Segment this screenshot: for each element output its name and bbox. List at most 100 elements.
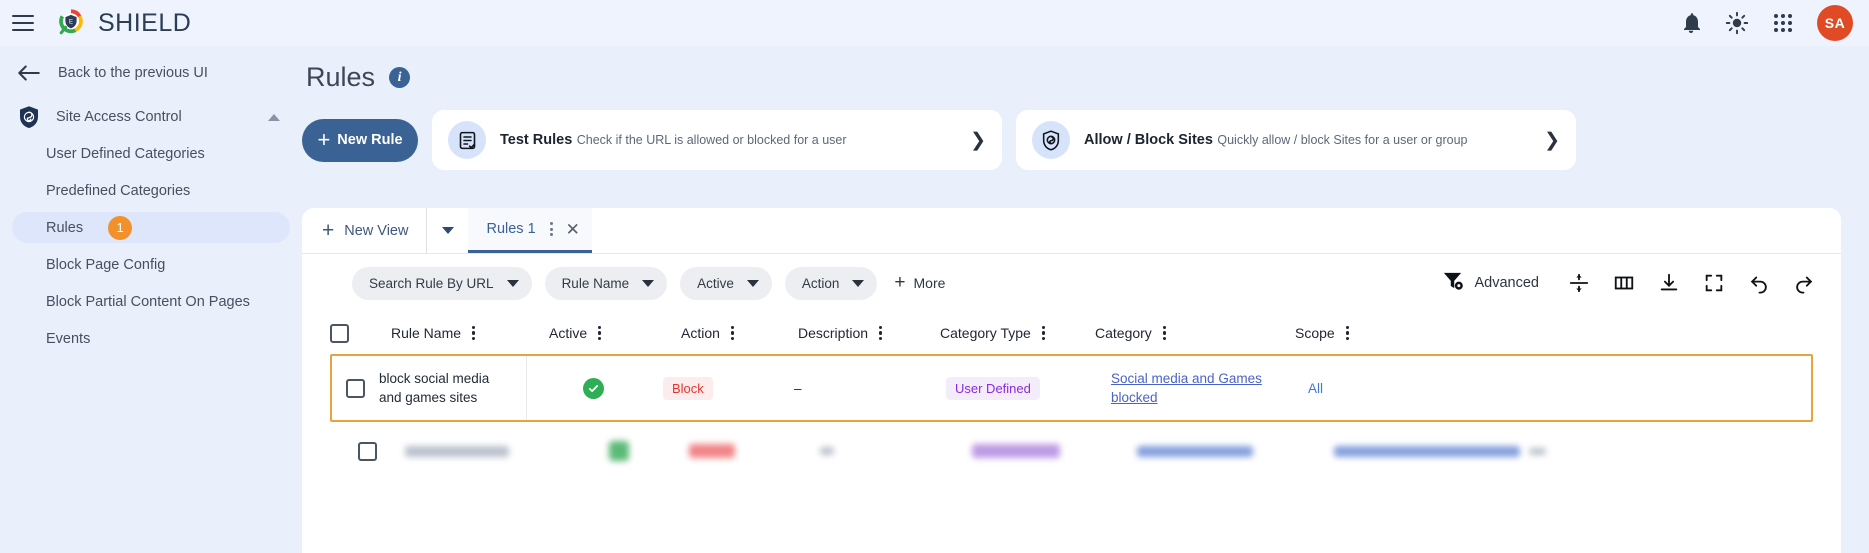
filter-chip-action[interactable]: Action	[784, 266, 878, 300]
filter-chip-rule-name[interactable]: Rule Name	[544, 266, 668, 300]
redacted-icon	[609, 441, 629, 461]
avatar[interactable]: SA	[1817, 5, 1853, 41]
plus-icon: +	[322, 218, 335, 242]
sidebar-item-predefined-categories[interactable]: Predefined Categories	[12, 175, 290, 206]
category-type-badge: User Defined	[946, 376, 1040, 400]
sidebar-item-badge: 1	[108, 215, 133, 240]
card-title: Test Rules	[500, 132, 573, 148]
undo-icon[interactable]	[1748, 272, 1770, 294]
redacted-text	[1529, 447, 1546, 455]
filter-chip-search-rule-by-url[interactable]: Search Rule By URL	[352, 266, 532, 300]
card-test-rules[interactable]: Test Rules Check if the URL is allowed o…	[432, 110, 1002, 170]
refresh-icon[interactable]	[1793, 272, 1815, 294]
column-label: Category	[1095, 325, 1152, 341]
sidebar-item-label: Predefined Categories	[46, 182, 191, 199]
card-title: Allow / Block Sites	[1084, 132, 1213, 148]
cell-active	[527, 377, 659, 399]
advanced-label: Advanced	[1474, 275, 1540, 291]
sidebar-section-site-access-control[interactable]: Site Access Control	[12, 102, 290, 132]
shield-icon	[1032, 121, 1070, 159]
column-header-category[interactable]: Category	[1095, 325, 1295, 341]
redacted-badge	[972, 444, 1060, 458]
close-icon[interactable]: ✕	[566, 221, 580, 238]
sidebar-item-label: User Defined Categories	[46, 145, 205, 162]
column-header-action[interactable]: Action	[681, 325, 798, 341]
info-icon[interactable]: i	[389, 67, 411, 88]
topbar-actions: SA	[1679, 5, 1869, 41]
sun-icon[interactable]	[1725, 11, 1749, 35]
sidebar-item-events[interactable]: Events	[12, 323, 290, 354]
cell-action	[685, 444, 802, 458]
scope-link[interactable]: All	[1308, 381, 1323, 396]
back-to-previous-ui[interactable]: Back to the previous UI	[12, 58, 290, 88]
columns-icon[interactable]	[1613, 272, 1635, 294]
column-menu-icon[interactable]	[1041, 325, 1045, 341]
sidebar-item-block-page-config[interactable]: Block Page Config	[12, 249, 290, 280]
sidebar-item-user-defined-categories[interactable]: User Defined Categories	[12, 138, 290, 169]
action-strip: + New Rule Test Rules Check if the URL i…	[302, 110, 1869, 170]
grid-apps-icon[interactable]	[1771, 11, 1795, 35]
new-rule-button[interactable]: + New Rule	[302, 118, 418, 162]
bell-icon[interactable]	[1679, 11, 1703, 35]
card-allow-block-sites[interactable]: Allow / Block Sites Quickly allow / bloc…	[1016, 110, 1576, 170]
table-row[interactable]: block social media and games sites Block…	[330, 354, 1813, 422]
sidebar-item-label: Events	[46, 330, 91, 347]
column-menu-icon[interactable]	[1345, 325, 1349, 341]
chevron-up-icon[interactable]	[268, 113, 280, 121]
more-filters-button[interactable]: + More	[894, 272, 945, 294]
chevron-right-icon[interactable]: ❯	[1544, 129, 1560, 152]
column-header-scope[interactable]: Scope	[1295, 325, 1455, 341]
sidebar-item-block-partial-content[interactable]: Block Partial Content On Pages	[12, 286, 290, 317]
view-dropdown-button[interactable]	[426, 208, 468, 253]
fullscreen-icon[interactable]	[1703, 272, 1725, 294]
row-checkbox[interactable]	[346, 378, 365, 398]
download-icon[interactable]	[1658, 272, 1680, 294]
redacted-text	[405, 445, 509, 457]
shield-logo-icon: E	[54, 6, 88, 40]
select-all-checkbox[interactable]	[330, 323, 349, 343]
column-header-description[interactable]: Description	[798, 325, 940, 341]
chevron-right-icon[interactable]: ❯	[970, 129, 986, 152]
column-menu-icon[interactable]	[1162, 325, 1166, 341]
advanced-filter-button[interactable]: Advanced	[1441, 269, 1540, 297]
new-view-button[interactable]: + New View	[302, 208, 426, 253]
arrow-left-icon	[16, 63, 42, 83]
more-label: More	[913, 275, 946, 291]
rules-panel: + New View Rules 1 ✕ Search Rule By URL …	[302, 208, 1841, 553]
sidebar-item-rules[interactable]: Rules 1	[12, 212, 290, 243]
cell-scope: All	[1273, 381, 1433, 396]
tab-rules-1[interactable]: Rules 1 ✕	[468, 208, 592, 253]
column-header-rule-name[interactable]: Rule Name	[391, 325, 549, 341]
column-menu-icon[interactable]	[879, 325, 883, 341]
card-subtitle: Check if the URL is allowed or blocked f…	[576, 133, 847, 147]
column-header-category-type[interactable]: Category Type	[940, 325, 1095, 341]
table-row[interactable]	[302, 422, 1841, 480]
new-rule-label: New Rule	[337, 132, 403, 148]
column-label: Active	[549, 325, 588, 341]
cell-action: Block	[659, 376, 776, 400]
column-menu-icon[interactable]	[472, 325, 476, 341]
chip-label: Search Rule By URL	[369, 275, 494, 291]
column-label: Scope	[1295, 325, 1335, 341]
column-label: Rule Name	[391, 325, 462, 341]
sidebar-item-label: Block Page Config	[46, 256, 166, 273]
category-link[interactable]: Social media and Games blocked	[1111, 371, 1262, 405]
column-menu-icon[interactable]	[730, 325, 735, 341]
svg-text:E: E	[69, 19, 73, 25]
page-title: Rules	[306, 62, 376, 92]
filter-chip-active[interactable]: Active	[680, 266, 772, 300]
page-header: Rules i	[302, 46, 1869, 93]
tab-label: Rules 1	[486, 221, 536, 237]
hamburger-icon[interactable]	[12, 15, 34, 31]
sidebar: Back to the previous UI Site Access Cont…	[0, 46, 302, 553]
chevron-down-icon	[746, 279, 759, 287]
column-header-active[interactable]: Active	[549, 325, 681, 341]
tab-menu-icon[interactable]	[549, 222, 553, 236]
column-menu-icon[interactable]	[598, 325, 602, 341]
cell-description	[802, 447, 944, 455]
row-checkbox[interactable]	[358, 441, 377, 461]
row-checkbox-cell	[330, 441, 405, 461]
row-height-icon[interactable]	[1568, 272, 1590, 294]
cell-category-type: User Defined	[918, 376, 1073, 400]
new-view-label: New View	[344, 222, 409, 239]
